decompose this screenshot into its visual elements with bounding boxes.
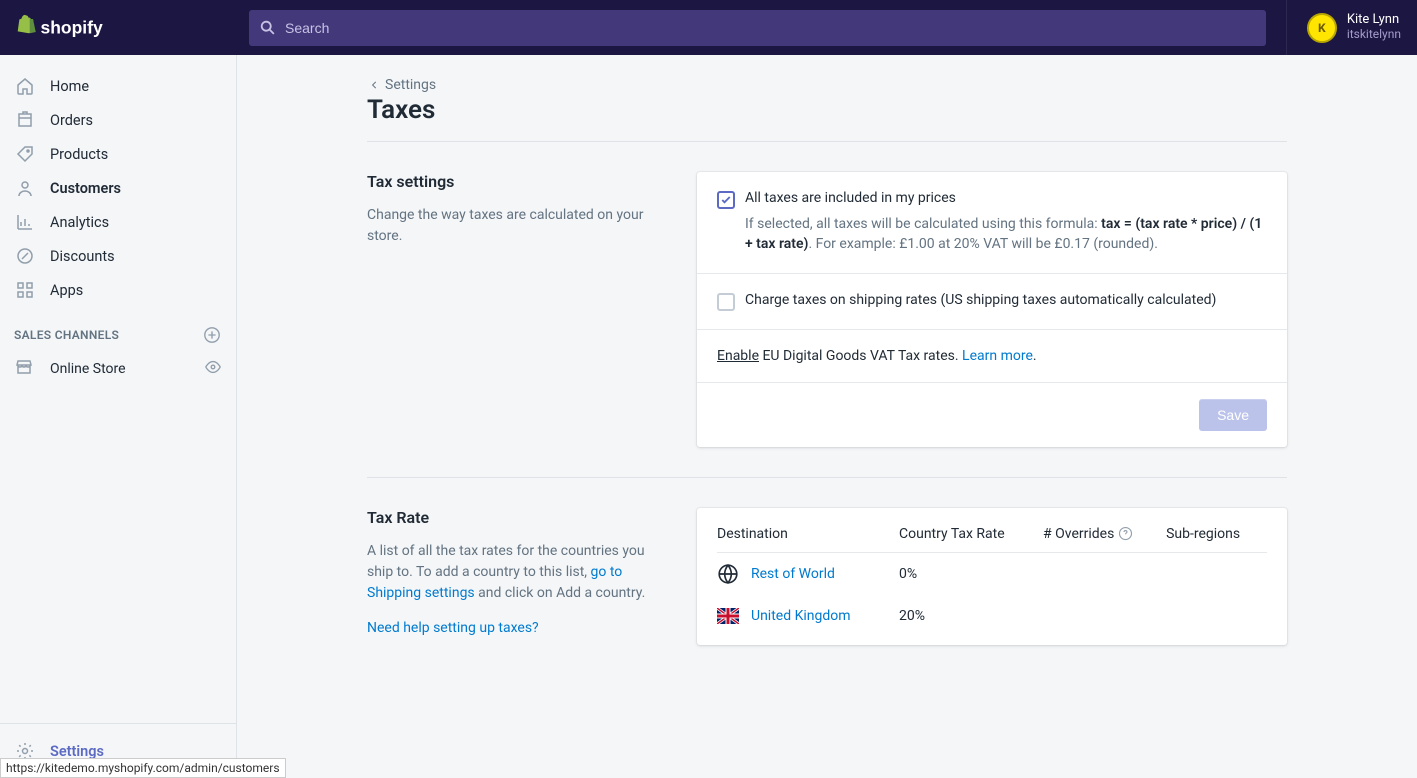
- checkbox-help: If selected, all taxes will be calculate…: [745, 214, 1267, 255]
- store-icon: [14, 357, 36, 381]
- sidebar-item-apps[interactable]: Apps: [0, 273, 236, 307]
- col-overrides: # Overrides: [1043, 526, 1166, 553]
- sidebar-item-label: Products: [50, 146, 108, 163]
- help-link[interactable]: Need help setting up taxes?: [367, 620, 667, 636]
- status-bar-url: https://kitedemo.myshopify.com/admin/cus…: [0, 758, 286, 778]
- page-title: Taxes: [367, 95, 1287, 142]
- save-button[interactable]: Save: [1199, 399, 1267, 431]
- col-destination: Destination: [717, 526, 899, 553]
- shopify-logo[interactable]: shopify: [16, 14, 221, 42]
- help-icon[interactable]: [1118, 526, 1133, 541]
- sidebar-item-analytics[interactable]: Analytics: [0, 205, 236, 239]
- sidebar-item-label: Analytics: [50, 214, 109, 231]
- section-desc: Change the way taxes are calculated on y…: [367, 205, 667, 247]
- eu-vat-row: Enable EU Digital Goods VAT Tax rates. L…: [717, 348, 1267, 364]
- search-input[interactable]: [285, 10, 1256, 46]
- main-content: Settings Taxes Tax settings Change the w…: [237, 55, 1417, 778]
- section-heading: Tax settings: [367, 172, 667, 191]
- user-menu[interactable]: K Kite Lynn itskitelynn: [1286, 0, 1401, 55]
- section-heading: Tax Rate: [367, 508, 667, 527]
- breadcrumb[interactable]: Settings: [367, 77, 1287, 93]
- orders-icon: [14, 109, 36, 131]
- checkbox-taxes-included[interactable]: [717, 191, 735, 209]
- sales-channels-header: SALES CHANNELS: [0, 307, 236, 351]
- uk-flag-icon: [717, 605, 739, 627]
- analytics-icon: [14, 211, 36, 233]
- add-channel-icon[interactable]: [202, 325, 222, 345]
- globe-icon: [717, 563, 739, 585]
- table-row: Rest of World 0%: [717, 552, 1267, 595]
- col-subregions: Sub-regions: [1166, 526, 1267, 553]
- search-icon: [259, 19, 277, 37]
- enable-link[interactable]: Enable: [717, 348, 759, 364]
- sidebar-item-home[interactable]: Home: [0, 69, 236, 103]
- user-subtitle: itskitelynn: [1347, 28, 1401, 42]
- section-desc: A list of all the tax rates for the coun…: [367, 541, 667, 604]
- checkbox-label: Charge taxes on shipping rates (US shipp…: [745, 292, 1267, 308]
- user-name: Kite Lynn: [1347, 13, 1401, 28]
- sidebar-item-label: Apps: [50, 282, 83, 299]
- sidebar: Home Orders Products Customers Analytics…: [0, 55, 237, 778]
- checkbox-label: All taxes are included in my prices: [745, 190, 1267, 206]
- avatar: K: [1307, 13, 1337, 43]
- tax-rate-value: 20%: [899, 595, 1043, 637]
- checkbox-shipping-taxes[interactable]: [717, 293, 735, 311]
- col-country-tax: Country Tax Rate: [899, 526, 1043, 553]
- sidebar-item-label: Discounts: [50, 248, 115, 265]
- home-icon: [14, 75, 36, 97]
- channel-label: Online Store: [50, 361, 126, 377]
- sidebar-item-discounts[interactable]: Discounts: [0, 239, 236, 273]
- chevron-left-icon: [367, 78, 381, 92]
- apps-icon: [14, 279, 36, 301]
- discounts-icon: [14, 245, 36, 267]
- learn-more-link[interactable]: Learn more: [962, 348, 1033, 364]
- products-icon: [14, 143, 36, 165]
- destination-link[interactable]: Rest of World: [751, 566, 835, 582]
- sidebar-item-label: Customers: [50, 180, 121, 197]
- sidebar-item-label: Orders: [50, 112, 93, 129]
- topbar: shopify K Kite Lynn itskitelynn: [0, 0, 1417, 55]
- sidebar-item-products[interactable]: Products: [0, 137, 236, 171]
- tax-settings-card: All taxes are included in my prices If s…: [697, 172, 1287, 447]
- tax-rate-value: 0%: [899, 552, 1043, 595]
- sidebar-item-orders[interactable]: Orders: [0, 103, 236, 137]
- destination-link[interactable]: United Kingdom: [751, 608, 851, 624]
- sidebar-item-customers[interactable]: Customers: [0, 171, 236, 205]
- sidebar-item-online-store[interactable]: Online Store: [0, 351, 236, 387]
- view-icon[interactable]: [204, 358, 222, 380]
- svg-text:shopify: shopify: [41, 17, 103, 37]
- search-bar[interactable]: [249, 10, 1266, 46]
- tax-rate-card: Destination Country Tax Rate # Overrides…: [697, 508, 1287, 645]
- sidebar-item-label: Home: [50, 78, 89, 95]
- table-row: United Kingdom 20%: [717, 595, 1267, 637]
- customers-icon: [14, 177, 36, 199]
